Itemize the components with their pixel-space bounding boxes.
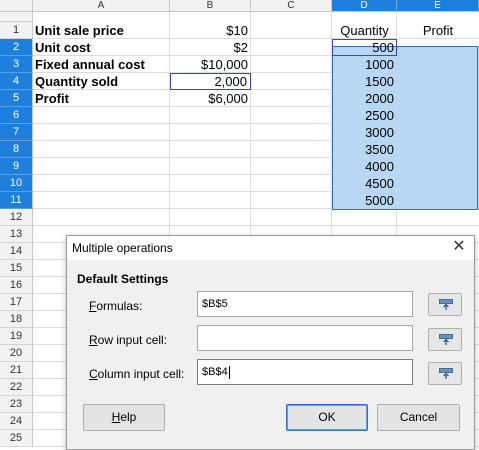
cell-b4[interactable]: 2,000: [170, 73, 251, 90]
formulas-shrink-button[interactable]: [428, 293, 462, 316]
gridline-horizontal: [33, 225, 479, 226]
row-header-11[interactable]: 11: [0, 192, 33, 209]
row-input-shrink-button[interactable]: [428, 328, 462, 351]
row-header-14[interactable]: 14: [0, 243, 33, 260]
cell-d6[interactable]: 2500: [332, 107, 397, 124]
column-input-field[interactable]: $B$4: [197, 359, 413, 385]
close-icon[interactable]: ✕: [452, 239, 466, 255]
row-header-3[interactable]: 3: [0, 56, 33, 73]
cell-d8[interactable]: 3500: [332, 141, 397, 158]
dialog-title-bar[interactable]: Multiple operations ✕: [67, 236, 474, 260]
cell-a2[interactable]: Unit cost: [33, 39, 170, 56]
column-header-e[interactable]: E: [397, 0, 479, 12]
row-header-10[interactable]: 10: [0, 175, 33, 192]
row-input-label: Row input cell:: [89, 333, 168, 347]
dialog-title: Multiple operations: [72, 241, 173, 255]
ok-button[interactable]: OK: [286, 404, 368, 431]
cell-b1[interactable]: $10: [170, 22, 251, 39]
cell-b5[interactable]: $6,000: [170, 90, 251, 107]
column-input-shrink-button[interactable]: [428, 362, 462, 385]
row-header-23[interactable]: 23: [0, 396, 33, 413]
cell-e1[interactable]: Profit: [397, 22, 479, 39]
cell-b3[interactable]: $10,000: [170, 56, 251, 73]
row-header-16[interactable]: 16: [0, 277, 33, 294]
row-header-20[interactable]: 20: [0, 345, 33, 362]
multiple-operations-dialog: Multiple operations ✕ Default Settings F…: [66, 235, 475, 450]
cell-a3[interactable]: Fixed annual cost: [33, 56, 170, 73]
cancel-button[interactable]: Cancel: [377, 404, 460, 431]
cell-b2[interactable]: $2: [170, 39, 251, 56]
row-header-19[interactable]: 19: [0, 328, 33, 345]
cell-d5[interactable]: 2000: [332, 90, 397, 107]
row-header-22[interactable]: 22: [0, 379, 33, 396]
shrink-icon: [439, 299, 453, 310]
help-button[interactable]: Help: [83, 404, 165, 431]
row-header-9[interactable]: 9: [0, 158, 33, 175]
formulas-input[interactable]: $B$5: [197, 291, 413, 317]
row-header-5[interactable]: 5: [0, 90, 33, 107]
row-header-8[interactable]: 8: [0, 141, 33, 158]
row-header-6[interactable]: 6: [0, 107, 33, 124]
section-heading: Default Settings: [77, 272, 169, 286]
cell-a1[interactable]: Unit sale price: [33, 22, 170, 39]
row-header-12[interactable]: 12: [0, 209, 33, 226]
column-header-d[interactable]: D: [332, 0, 397, 12]
cell-a4[interactable]: Quantity sold: [33, 73, 170, 90]
row-header-13[interactable]: 13: [0, 226, 33, 243]
shrink-icon: [439, 334, 453, 345]
row-header-17[interactable]: 17: [0, 294, 33, 311]
column-header-a[interactable]: A: [33, 0, 170, 12]
text-caret: [228, 365, 230, 379]
cell-d1[interactable]: Quantity: [332, 22, 397, 39]
column-header-b[interactable]: B: [170, 0, 251, 12]
row-header-4[interactable]: 4: [0, 73, 33, 90]
row-input-field[interactable]: [197, 325, 413, 351]
row-header-15[interactable]: 15: [0, 260, 33, 277]
cell-d7[interactable]: 3000: [332, 124, 397, 141]
row-header-2[interactable]: 2: [0, 39, 33, 56]
cell-d9[interactable]: 4000: [332, 158, 397, 175]
shrink-icon: [439, 368, 453, 379]
row-header-21[interactable]: 21: [0, 362, 33, 379]
row-header-18[interactable]: 18: [0, 311, 33, 328]
formulas-label: Formulas:: [89, 299, 143, 313]
row-header-7[interactable]: 7: [0, 124, 33, 141]
row-header-spacer: [0, 12, 33, 22]
cell-d2[interactable]: 500: [332, 39, 397, 56]
column-input-label: Column input cell:: [89, 367, 185, 381]
cell-d10[interactable]: 4500: [332, 175, 397, 192]
cell-d3[interactable]: 1000: [332, 56, 397, 73]
cell-d11[interactable]: 5000: [332, 192, 397, 209]
row-header-1[interactable]: 1: [0, 22, 33, 39]
cell-a5[interactable]: Profit: [33, 90, 170, 107]
select-all-corner[interactable]: [0, 0, 33, 12]
row-header-25[interactable]: 25: [0, 430, 33, 447]
column-header-c[interactable]: C: [251, 0, 332, 12]
cell-d4[interactable]: 1500: [332, 73, 397, 90]
row-header-24[interactable]: 24: [0, 413, 33, 430]
